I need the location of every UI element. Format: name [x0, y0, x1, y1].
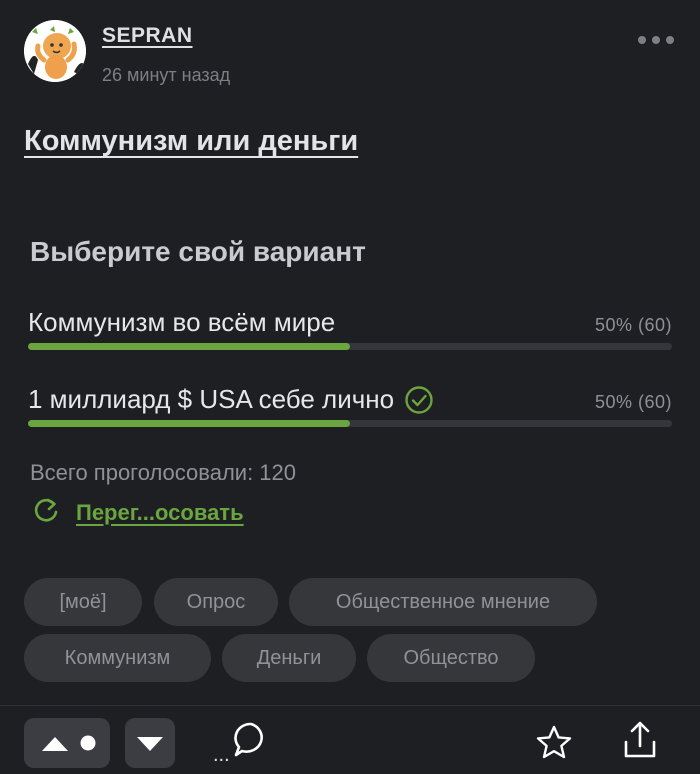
star-icon: [535, 725, 573, 764]
post-time: 26 минут назад: [102, 65, 231, 85]
poll-option-bar-fill: [28, 343, 350, 350]
tag[interactable]: Общественное мнение: [289, 578, 597, 626]
check-circle-icon: [404, 385, 434, 415]
tag[interactable]: Общество: [367, 634, 535, 682]
more-dots-icon[interactable]: [636, 30, 676, 50]
poll-option-result: 50% (60): [594, 392, 672, 412]
tag[interactable]: Деньги: [222, 634, 356, 682]
revote-label: Перег...осовать: [76, 499, 244, 525]
poll-option-label: 1 миллиард $ USA себе лично: [28, 384, 395, 414]
share-icon: [622, 721, 658, 764]
save-button[interactable]: [535, 724, 573, 765]
triangle-up-icon: [40, 733, 70, 758]
speech-bubble-icon: [232, 720, 270, 765]
refresh-icon: [32, 496, 60, 529]
comments-button[interactable]: ...: [213, 720, 270, 765]
share-button[interactable]: [622, 720, 658, 765]
poll-question: Выберите свой вариант: [30, 236, 366, 267]
username[interactable]: SEPRAN: [102, 24, 193, 48]
poll-option-selected[interactable]: 1 миллиард $ USA себе лично 50% (60): [28, 384, 672, 434]
tag[interactable]: Коммунизм: [24, 634, 211, 682]
upvote-button[interactable]: [24, 718, 110, 768]
tag[interactable]: Опрос: [154, 578, 278, 626]
poll-option-label: Коммунизм во всём мире: [28, 307, 336, 337]
poll-total-votes: Всего проголосовали: 120: [30, 460, 297, 485]
rating-dot-icon: [80, 735, 96, 756]
poll-option[interactable]: Коммунизм во всём мире 50% (60): [28, 307, 672, 357]
revote-button[interactable]: Перег...осовать: [32, 496, 244, 529]
post-title[interactable]: Коммунизм или деньги: [24, 125, 358, 158]
poll-option-bar-fill: [28, 420, 350, 427]
poll-option-bar: [28, 420, 672, 427]
downvote-button[interactable]: [125, 718, 175, 768]
poll-option-result: 50% (60): [594, 315, 672, 335]
poll-option-bar: [28, 343, 672, 350]
avatar[interactable]: [24, 20, 86, 82]
comments-count: ...: [213, 744, 230, 766]
post-header: SEPRAN 26 минут назад: [24, 20, 676, 90]
post-actions: ...: [0, 706, 700, 774]
triangle-down-icon: [135, 735, 165, 758]
tag[interactable]: [моё]: [24, 578, 142, 626]
